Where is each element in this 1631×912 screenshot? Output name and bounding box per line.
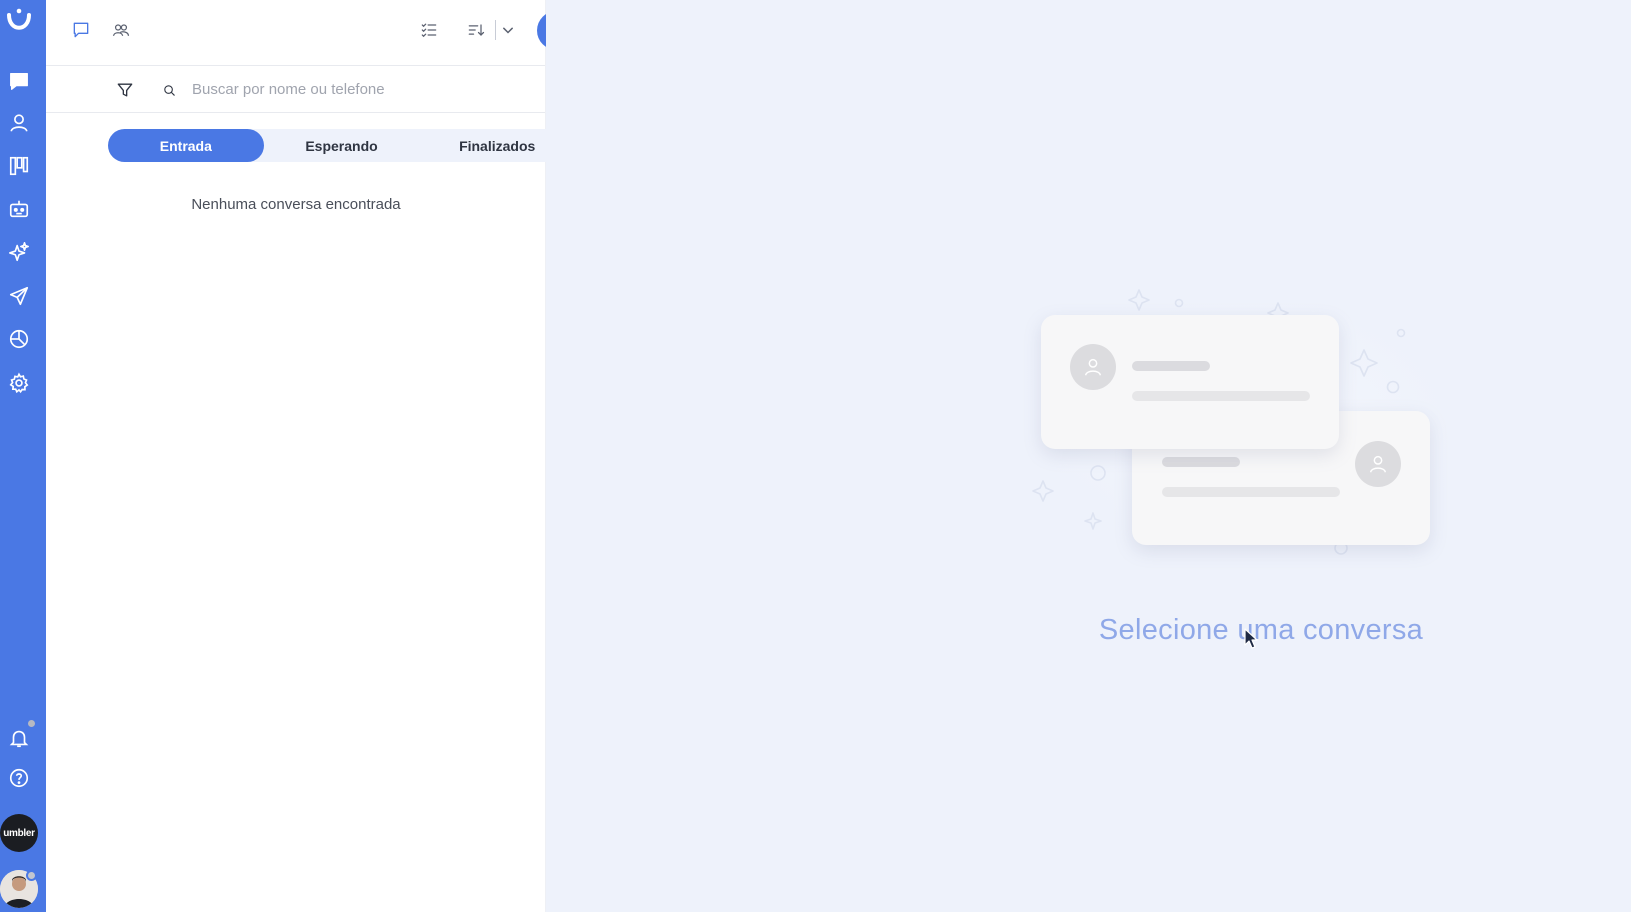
empty-conversations-message: Nenhuma conversa encontrada <box>191 196 401 213</box>
umbler-logo-icon[interactable] <box>4 6 34 36</box>
notification-badge <box>26 718 37 729</box>
tab-entrada[interactable]: Entrada <box>108 129 264 162</box>
status-dot <box>26 870 37 881</box>
conversation-tabs: Entrada Esperando Finalizados <box>108 129 575 162</box>
brand-avatar-text: umbler <box>3 827 35 839</box>
search-icon <box>155 76 183 104</box>
app-root: umbler Buscar por nome ou telefone Entra… <box>0 0 1631 912</box>
search-input[interactable] <box>192 77 522 101</box>
mouse-cursor-icon <box>1244 628 1258 649</box>
placeholder-line <box>1132 361 1210 371</box>
conversation-panel: Entrada Esperando Finalizados Nenhuma co… <box>46 0 576 912</box>
send-icon[interactable] <box>5 282 33 310</box>
board-icon[interactable] <box>5 152 33 180</box>
brand-avatar[interactable]: umbler <box>0 814 38 852</box>
sort-icon[interactable] <box>462 16 490 44</box>
empty-state-illustration <box>986 270 1506 570</box>
group-icon[interactable] <box>107 16 135 44</box>
tab-esperando[interactable]: Esperando <box>264 129 420 162</box>
chevron-down-icon[interactable] <box>494 16 522 44</box>
placeholder-line <box>1162 457 1240 467</box>
panel-toolbar <box>46 0 576 66</box>
checklist-icon[interactable] <box>415 16 443 44</box>
select-conversation-message: Selecione uma conversa <box>1098 614 1424 646</box>
robot-icon[interactable] <box>5 195 33 223</box>
left-sidebar: umbler <box>0 0 46 912</box>
help-icon[interactable] <box>5 764 33 792</box>
placeholder-line <box>1132 391 1310 401</box>
gear-icon[interactable] <box>5 369 33 397</box>
search-bar <box>46 66 545 113</box>
placeholder-line <box>1162 487 1340 497</box>
user-icon[interactable] <box>5 109 33 137</box>
chat-icon[interactable] <box>5 67 33 95</box>
main-area: Selecione uma conversa <box>546 0 1631 912</box>
placeholder-user-icon <box>1355 441 1401 487</box>
filter-icon[interactable] <box>111 76 139 104</box>
placeholder-user-icon <box>1070 344 1116 390</box>
pie-chart-icon[interactable] <box>5 325 33 353</box>
placeholder-card-front <box>1041 315 1339 449</box>
sparkles-icon[interactable] <box>5 238 33 266</box>
chat-bubble-icon[interactable] <box>67 16 95 44</box>
